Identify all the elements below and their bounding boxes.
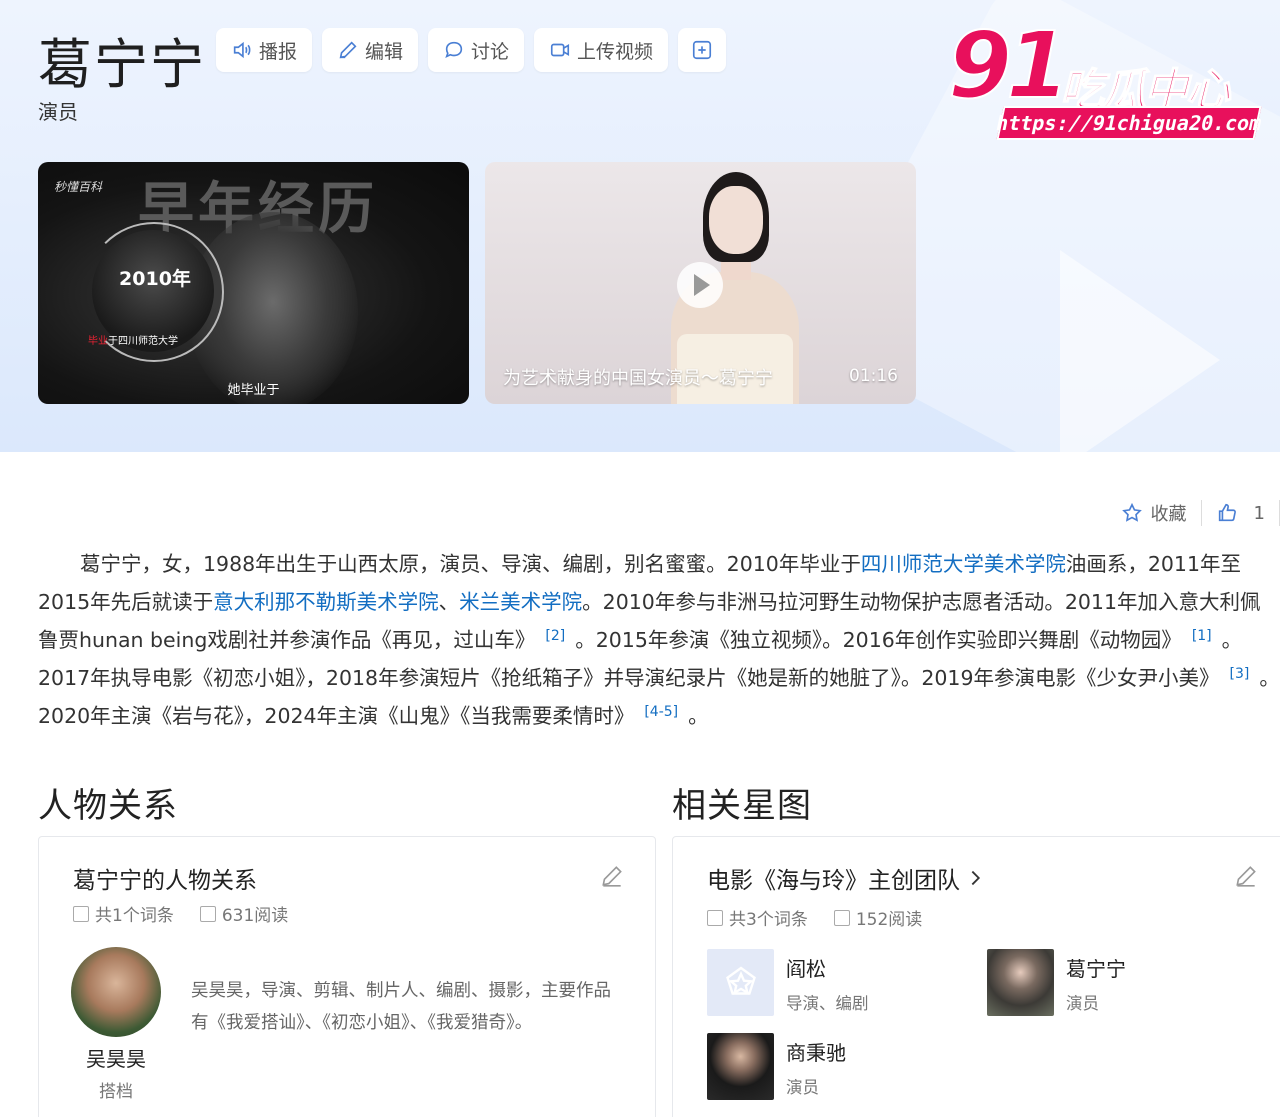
header-banner: 葛宁宁 演员 播报 编辑 讨论 上传视频 91 吃瓜中心 https://91c… [0,0,1280,452]
member-card[interactable]: 商秉驰 演员 [707,1033,846,1100]
page-title: 葛宁宁 [38,33,206,96]
summary-text: 。 [688,704,709,728]
reference-link[interactable]: [2] [535,628,575,644]
document-icon [707,909,723,926]
document-icon [73,905,89,922]
book-icon [833,909,850,926]
watermark-url: https://91chigua20.com [994,106,1264,140]
edit-label: 编辑 [364,40,403,63]
banner-decoration-triangle [1060,250,1220,452]
stars-card: 电影《海与玲》主创团队 共3个词条 152阅读 阎松 导演、编剧 葛宁宁 演员 [672,836,1280,1117]
video-caption: 她毕业于 [227,383,280,398]
broadcast-label: 播报 [258,40,297,63]
member-name: 葛宁宁 [1066,957,1126,981]
pentagon-star-icon [725,966,756,995]
grad-rest: 于四川师范大学 [108,336,178,347]
watermark-logo: 91 吃瓜中心 https://91chigua20.com [940,11,1270,148]
plus-square-icon [692,40,712,60]
collect-label: 收藏 [1150,504,1187,525]
video-grad-text: 毕业于四川师范大学 [88,332,178,347]
placeholder-avatar [707,949,774,1016]
member-role: 演员 [1066,994,1099,1013]
summary-paragraph: 葛宁宁，女，1988年出生于山西太原，演员、导演、编剧，别名蜜蜜。2010年毕业… [38,545,1280,735]
edit-pencil-icon[interactable] [1233,863,1259,889]
link-sichuan-normal[interactable]: 四川师范大学美术学院 [861,552,1066,576]
grad-red: 毕业 [88,336,108,347]
member-role: 导演、编剧 [786,994,869,1013]
book-icon [199,905,216,922]
relations-meta: 共1个词条 631阅读 [73,901,288,926]
reference-link[interactable]: [1] [1182,628,1222,644]
stars-meta: 共3个词条 152阅读 [707,905,922,930]
video-duration: 01:16 [849,366,898,386]
broadcast-button[interactable]: 播报 [216,28,312,72]
stars-card-title-text: 电影《海与玲》主创团队 [707,868,960,894]
relation-role: 搭档 [99,1082,133,1102]
member-photo [707,1033,774,1100]
edit-pencil-icon[interactable] [599,863,625,889]
member-name: 阎松 [786,957,826,981]
edit-button[interactable]: 编辑 [322,28,418,72]
thumbs-up-icon [1218,503,1236,522]
video-title: 为艺术献身的中国女演员～葛宁宁 [503,368,773,389]
page-subtitle: 演员 [38,100,78,124]
link-naples-academy[interactable]: 意大利那不勒斯美术学院 [213,590,439,614]
relations-card-title[interactable]: 葛宁宁的人物关系 [73,861,257,895]
member-name: 商秉驰 [786,1041,846,1065]
discuss-button[interactable]: 讨论 [428,28,524,72]
relations-card-title-text: 葛宁宁的人物关系 [73,868,257,894]
collect-button[interactable]: 收藏 [1107,500,1201,526]
video-brand: 秒懂百科 [54,180,103,194]
relation-name[interactable]: 吴昊昊 [69,1043,163,1072]
video-card-artist[interactable]: 为艺术献身的中国女演员～葛宁宁 01:16 [485,162,916,404]
play-icon[interactable] [677,262,723,308]
relation-description: 吴昊昊，导演、剪辑、制片人、编剧、摄影，主要作品有《我爱搭讪》、《初恋小姐》、《… [191,981,611,1033]
stars-card-title[interactable]: 电影《海与玲》主创团队 [707,861,984,895]
baike-page: 葛宁宁 演员 播报 编辑 讨论 上传视频 91 吃瓜中心 https://91c… [0,0,1280,1117]
speaker-icon [233,41,251,59]
like-count: 1 [1253,502,1265,524]
like-button[interactable]: 1 [1202,502,1279,524]
member-photo [987,949,1054,1016]
star-icon [1121,502,1142,522]
relations-section-title: 人物关系 [38,786,178,826]
video-camera-icon [550,43,570,57]
pencil-icon [339,41,357,59]
chat-bubble-icon [445,41,463,58]
relations-card: 葛宁宁的人物关系 共1个词条 631阅读 吴昊昊 搭档 吴昊昊，导演、剪辑、制片… [38,836,656,1117]
reference-link[interactable]: [3] [1220,666,1260,682]
upload-video-label: 上传视频 [576,40,653,63]
entries-count: 共1个词条 [95,906,174,926]
stars-section-title: 相关星图 [672,786,812,826]
reads-count: 152阅读 [855,910,923,930]
upload-video-button[interactable]: 上传视频 [534,28,668,72]
discuss-label: 讨论 [470,40,509,63]
member-role: 演员 [786,1078,819,1097]
video-year: 2010年 [119,268,191,290]
chevron-right-icon [971,870,981,886]
member-card[interactable]: 阎松 导演、编剧 [707,949,869,1016]
watermark-number: 91 [947,11,1071,120]
member-card[interactable]: 葛宁宁 演员 [987,949,1126,1016]
link-milan-academy[interactable]: 米兰美术学院 [459,590,582,614]
action-bar: 收藏 1 [1107,498,1280,528]
summary-text: 、 [438,590,460,614]
avatar[interactable] [71,947,161,1037]
summary-text: 葛宁宁，女，1988年出生于山西太原，演员、导演、编剧，别名蜜蜜。2010年毕业… [80,552,861,576]
reads-count: 631阅读 [221,906,289,926]
summary-text: 。2015年参演《独立视频》。2016年创作实验即兴舞剧《动物园》 [575,628,1182,652]
more-button[interactable] [678,28,726,72]
reference-link[interactable]: [4-5] [634,704,688,720]
entries-count: 共3个词条 [729,910,808,930]
video-card-early-years[interactable]: 秒懂百科 早年经历 2010年 毕业于四川师范大学 她毕业于 [38,162,469,404]
